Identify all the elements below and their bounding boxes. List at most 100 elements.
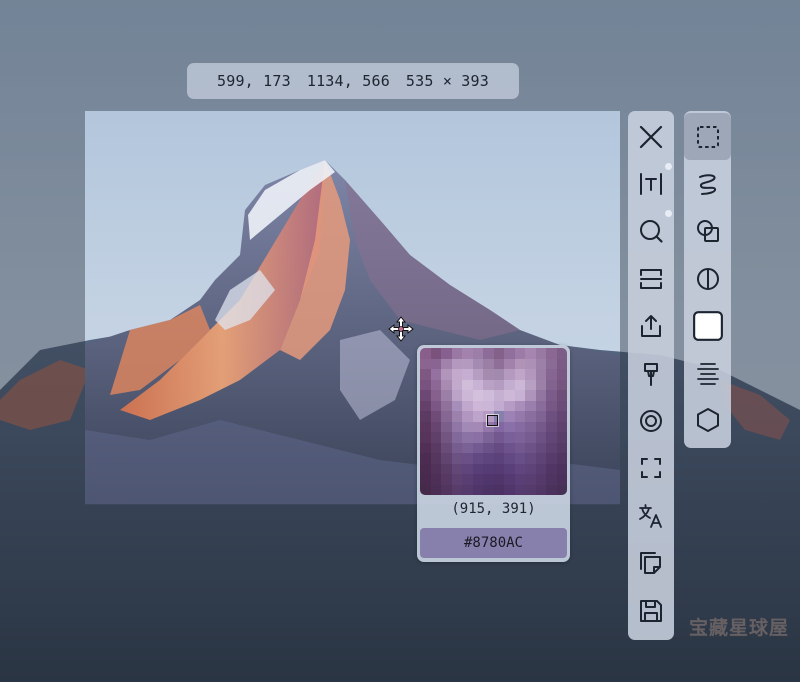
- magnifier-pixel: [535, 411, 546, 422]
- magnifier-pixel: [441, 432, 452, 443]
- close-button[interactable]: [628, 113, 674, 160]
- magnifier-pixel: [430, 390, 441, 401]
- color-hex-value[interactable]: #8780AC: [420, 528, 567, 558]
- record-icon: [640, 410, 662, 433]
- scroll-capture-button[interactable]: [628, 255, 674, 302]
- magnifier-pixel: [441, 453, 452, 464]
- magnifier-pixel: [451, 421, 462, 432]
- magnifier-pixel: [441, 358, 452, 369]
- magnifier-pixel: [472, 484, 483, 495]
- rectangle-select-button[interactable]: [684, 113, 731, 161]
- magnifier-pixel: [472, 453, 483, 464]
- magnifier-pixel: [493, 453, 504, 464]
- magnifier-pixel: [420, 432, 431, 443]
- magnifier-pixel: [430, 432, 441, 443]
- magnifier-pixel: [556, 421, 567, 432]
- magnifier-pixel: [430, 484, 441, 495]
- magnifier-pixel: [493, 379, 504, 390]
- magnifier-pixel: [483, 474, 494, 485]
- magnifier-pixel: [483, 432, 494, 443]
- magnifier-pixel: [420, 369, 431, 380]
- magnifier-pixel: [420, 411, 431, 422]
- magnifier-pixel: [430, 411, 441, 422]
- copy-icon: [640, 552, 661, 575]
- share-icon: [641, 315, 661, 338]
- color-swatch-icon: [692, 310, 723, 341]
- align-button[interactable]: [684, 349, 731, 396]
- save-button[interactable]: [628, 587, 674, 634]
- shapes-button[interactable]: [684, 208, 731, 255]
- magnifier-pixel: [546, 390, 557, 401]
- magnifier-pixel: [493, 400, 504, 411]
- magnifier-pixel: [535, 453, 546, 464]
- magnifier-pixel: [493, 348, 504, 359]
- magnifier-pixel: [441, 463, 452, 474]
- magnifier-pixel: [556, 358, 567, 369]
- magnifier-pixel: [420, 474, 431, 485]
- magnifier-pixel: [556, 400, 567, 411]
- magnifier-pixel: [493, 442, 504, 453]
- magnifier-pixel: [472, 369, 483, 380]
- magnifier-pixel: [525, 453, 536, 464]
- magnifier-pixel: [535, 379, 546, 390]
- copy-button[interactable]: [628, 540, 674, 587]
- magnifier-pixel: [556, 432, 567, 443]
- magnifier-pixel: [546, 432, 557, 443]
- color-magnifier: (915, 391) #8780AC: [417, 345, 570, 562]
- magnifier-pixel: [472, 379, 483, 390]
- crop-icon: [641, 458, 661, 479]
- magnifier-pixel: [493, 432, 504, 443]
- magnifier-pixel: [504, 453, 515, 464]
- magnifier-pixel: [451, 390, 462, 401]
- magnifier-pixel: [514, 453, 525, 464]
- magnifier-pixel: [451, 453, 462, 464]
- record-button[interactable]: [628, 397, 674, 444]
- magnifier-pixel: [535, 358, 546, 369]
- magnifier-pixel: [483, 348, 494, 359]
- magnifier-pixel: [462, 390, 473, 401]
- selection-start: 599, 173: [216, 72, 291, 90]
- crop-button[interactable]: [628, 445, 674, 492]
- magnifier-pixel: [420, 484, 431, 495]
- magnifier-pixel: [430, 474, 441, 485]
- magnifier-pixel: [472, 463, 483, 474]
- magnifier-pixel: [546, 379, 557, 390]
- magnifier-pixel: [525, 442, 536, 453]
- magnifier-crosshair: [486, 414, 499, 427]
- magnifier-pixel: [430, 442, 441, 453]
- pin-button[interactable]: [628, 350, 674, 397]
- magnifier-pixel: [420, 390, 431, 401]
- magnifier-pixel: [556, 390, 567, 401]
- magnifier-pixel: [420, 442, 431, 453]
- magnifier-pixel: [483, 379, 494, 390]
- magnifier-pixel: [483, 484, 494, 495]
- contrast-button[interactable]: [684, 255, 731, 302]
- magnifier-pixel: [441, 400, 452, 411]
- magnifier-pixel: [556, 442, 567, 453]
- magnifier-pixel: [556, 348, 567, 359]
- magnifier-pixel: [462, 400, 473, 411]
- magnifier-pixel: [462, 432, 473, 443]
- color-picker-button[interactable]: [684, 302, 731, 349]
- freehand-button[interactable]: [684, 160, 731, 207]
- magnifier-pixel: [504, 421, 515, 432]
- magnifier-pixel: [441, 421, 452, 432]
- magnifier-pixel: [535, 463, 546, 474]
- polygon-button[interactable]: [684, 397, 731, 444]
- magnifier-pixel: [514, 432, 525, 443]
- magnifier-pixel: [462, 463, 473, 474]
- magnifier-pixel: [535, 484, 546, 495]
- magnifier-pixel: [420, 463, 431, 474]
- magnifier-pixel: [546, 474, 557, 485]
- magnifier-pixel: [504, 463, 515, 474]
- magnifier-pixel: [420, 379, 431, 390]
- move-cursor-icon: [388, 316, 414, 342]
- magnifier-pixel: [535, 442, 546, 453]
- selection-size: 535 × 393: [405, 72, 489, 90]
- magnifier-pixel: [525, 400, 536, 411]
- share-button[interactable]: [628, 303, 674, 350]
- translate-button[interactable]: [628, 492, 674, 539]
- magnifier-pixel: [514, 400, 525, 411]
- magnifier-pixel: [493, 474, 504, 485]
- magnifier-pixel: [462, 453, 473, 464]
